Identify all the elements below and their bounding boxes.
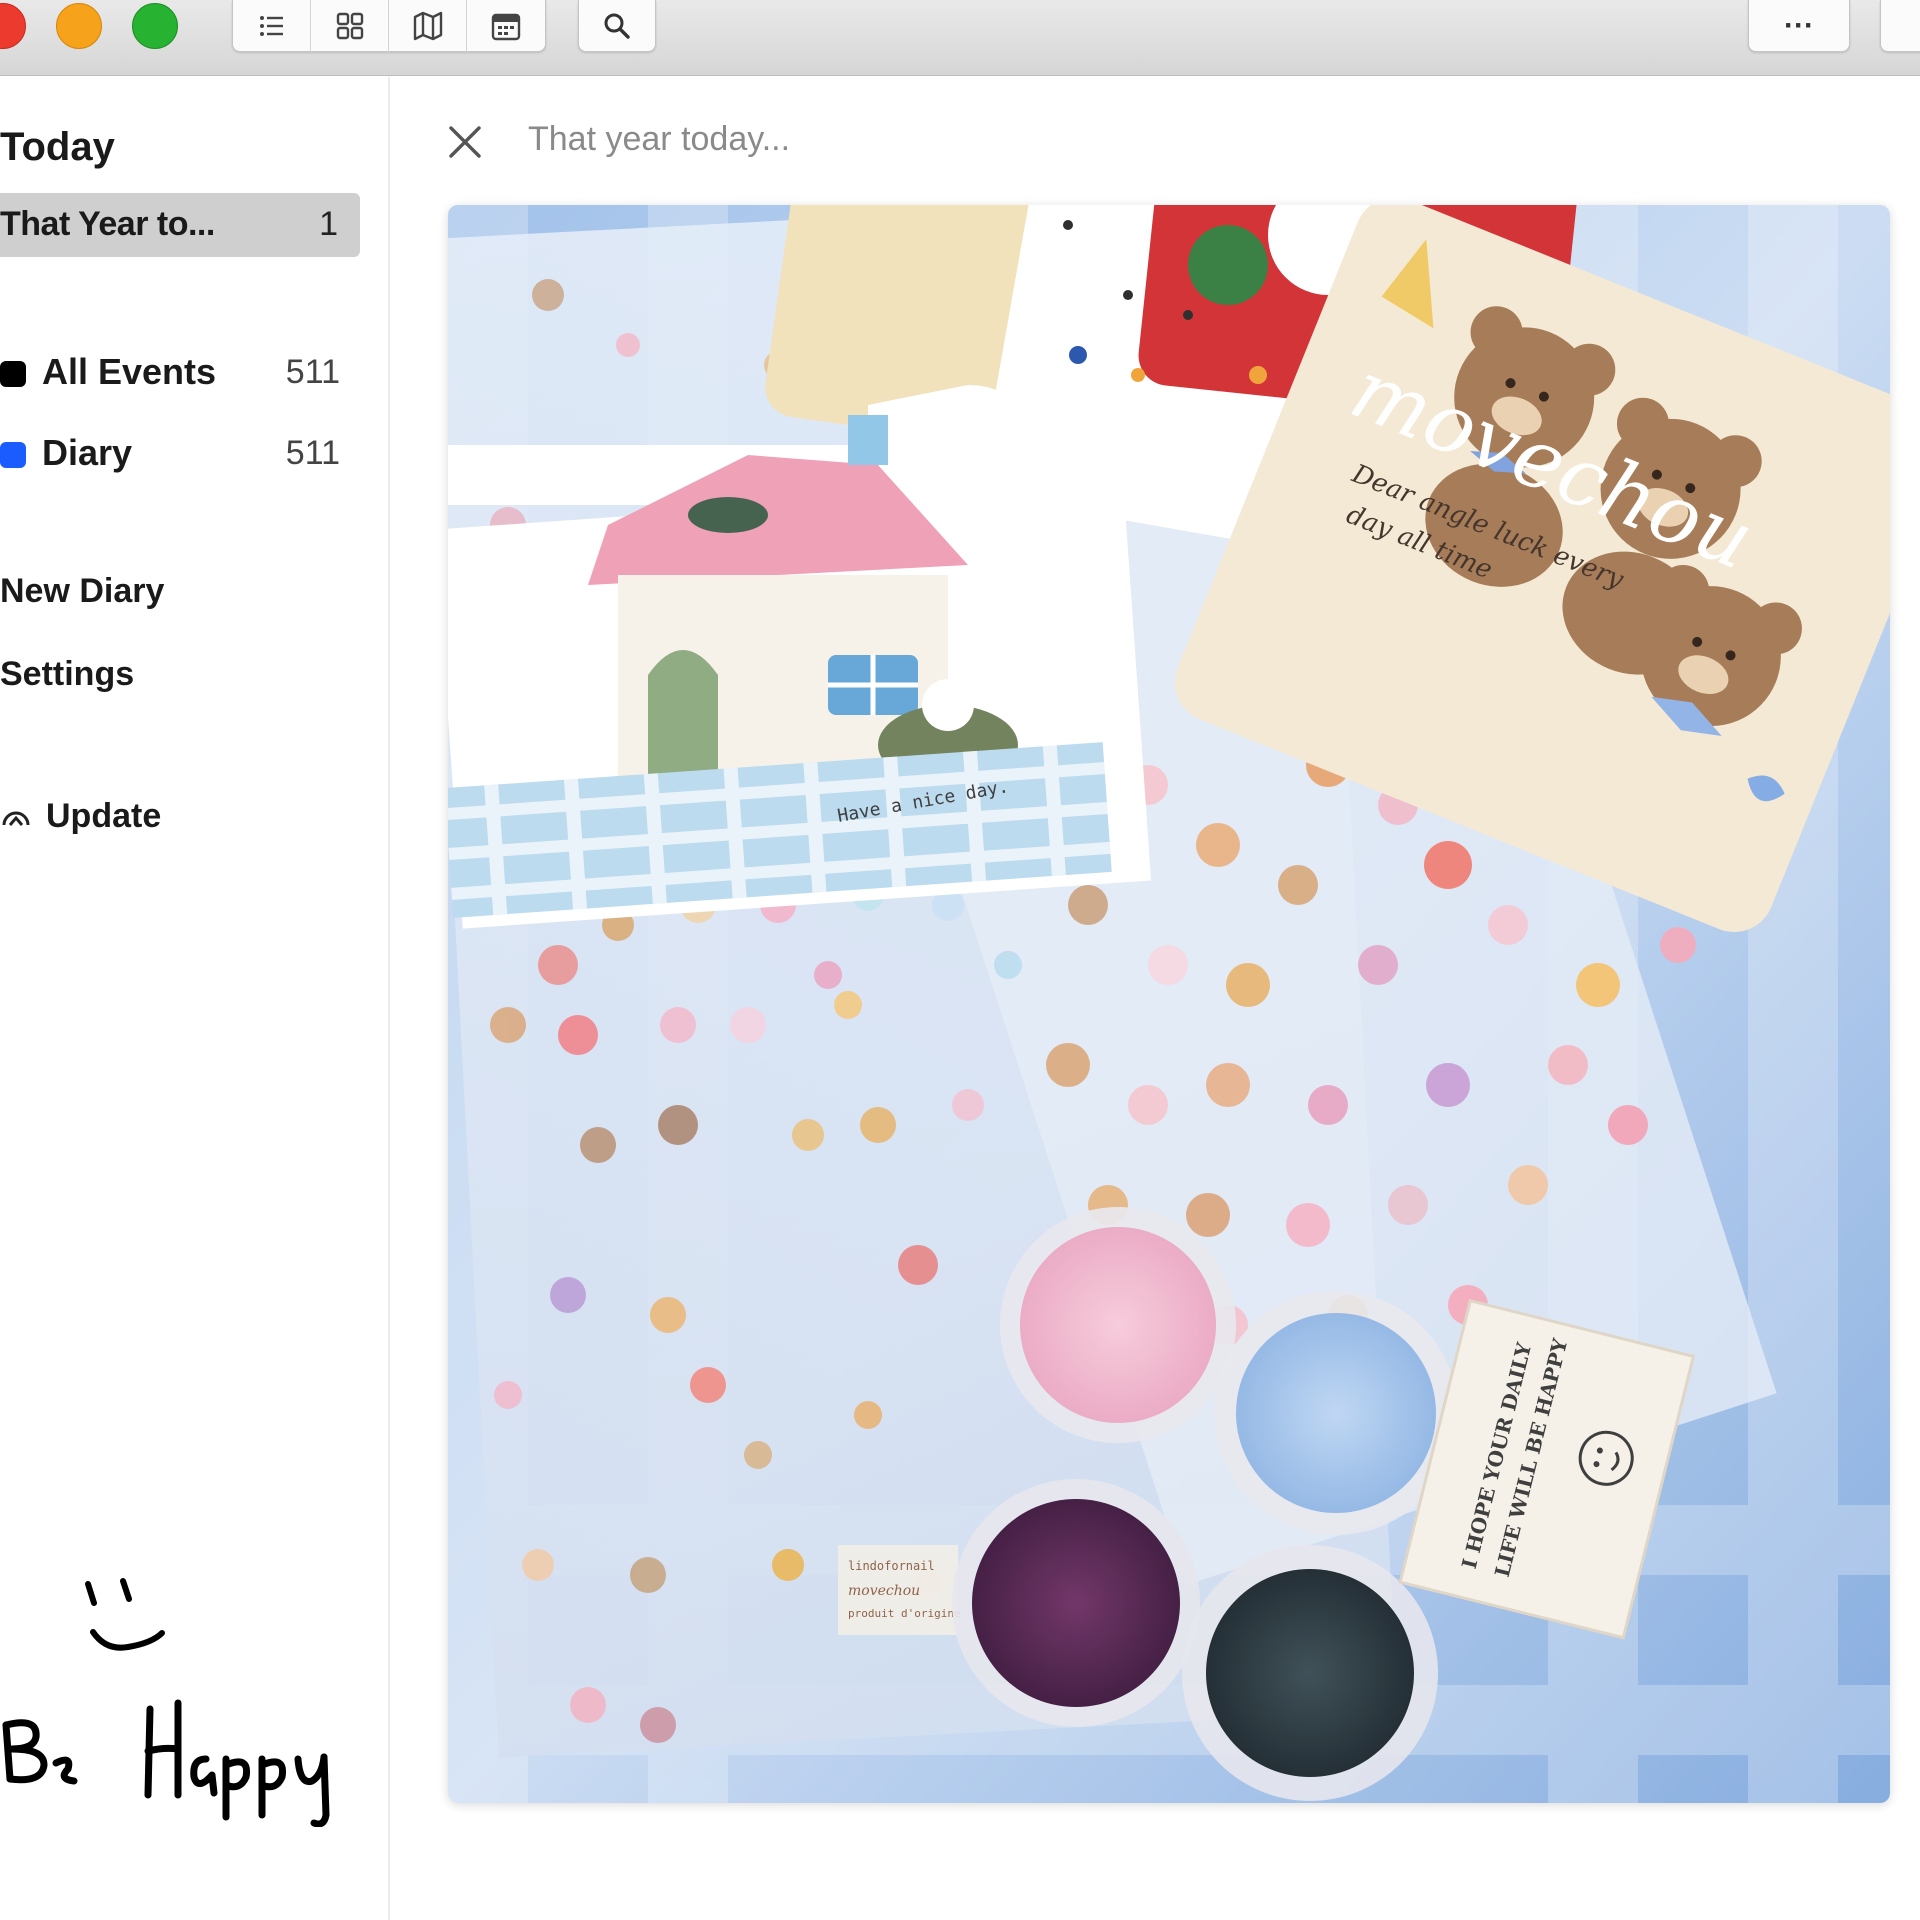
list-view-button[interactable] — [233, 0, 311, 52]
search-button[interactable] — [578, 0, 656, 52]
calendar-icon — [491, 13, 521, 41]
sidebar-item-all-events[interactable]: All Events 511 — [0, 347, 360, 397]
photo-illustration: movechou Dear angle luck every day all t… — [448, 205, 1890, 1803]
grid-view-button[interactable] — [311, 0, 389, 52]
search-placeholder-text[interactable]: That year today... — [528, 120, 790, 159]
sidebar-item-label: Diary — [42, 432, 133, 473]
list-icon — [259, 16, 283, 36]
update-button[interactable]: Update — [0, 797, 161, 836]
collection-color-dot — [0, 361, 26, 387]
handwritten-be-happy — [2, 1699, 330, 1827]
sidebar-item-label: All Events — [42, 351, 217, 392]
search-icon — [604, 13, 630, 39]
more-icon: ··· — [1784, 8, 1814, 42]
grid-icon — [336, 12, 363, 40]
map-icon — [413, 11, 442, 41]
calendar-view-button[interactable] — [467, 0, 545, 52]
sidebar-item-count: 1 — [319, 205, 338, 243]
sidebar-heading-today: Today — [0, 125, 115, 169]
sidebar-item-label: That Year to... — [0, 205, 215, 243]
sidebar-item-count: 511 — [285, 434, 340, 472]
view-mode-segmented-control — [232, 0, 546, 52]
collection-color-dot — [0, 442, 26, 468]
zoom-window-button[interactable] — [132, 3, 178, 49]
update-label: Update — [46, 797, 162, 835]
sidebar-item-diary[interactable]: Diary 511 — [0, 428, 360, 478]
settings-link[interactable]: Settings — [0, 655, 134, 694]
more-options-button[interactable]: ··· — [1748, 0, 1850, 52]
diary-photo[interactable]: movechou Dear angle luck every day all t… — [448, 205, 1890, 1803]
smiley-face-icon — [2, 1578, 330, 1827]
sidebar: Today That Year to... 1 All Events 511 D… — [0, 77, 390, 1920]
window-toolbar: ··· — [0, 0, 1920, 76]
minimize-window-button[interactable] — [56, 3, 102, 49]
new-diary-link[interactable]: New Diary — [0, 572, 164, 611]
close-window-button[interactable] — [0, 3, 26, 49]
cloud-refresh-icon — [2, 811, 30, 826]
close-search-icon[interactable] — [445, 122, 485, 162]
sidebar-item-that-year-today[interactable]: That Year to... 1 — [0, 193, 360, 257]
sidebar-item-count: 511 — [285, 353, 340, 391]
sidebar-toggle-button[interactable] — [1880, 0, 1920, 52]
map-view-button[interactable] — [389, 0, 467, 52]
